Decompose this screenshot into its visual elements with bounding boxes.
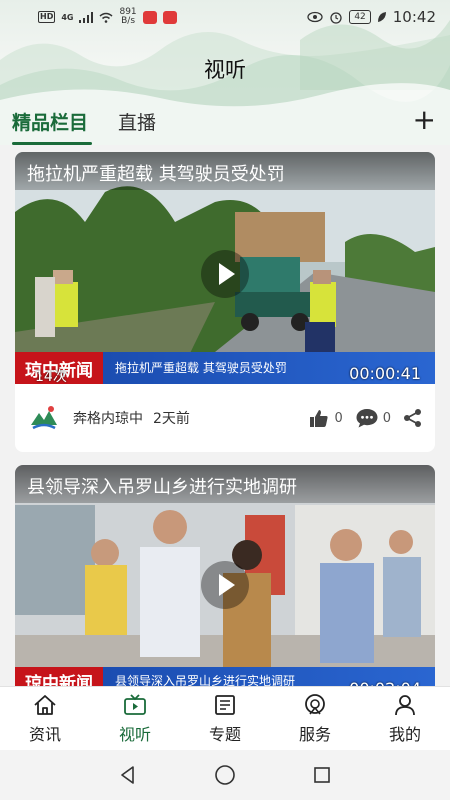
engagement-actions: 0 0 [308,407,423,429]
active-tab-indicator [12,142,92,145]
tab-featured-columns[interactable]: 精品栏目 [12,108,88,135]
video-card[interactable]: 县领导深入吊罗山乡进行实地调研 琼中新闻 县领导深入吊罗山乡进行实地调研 00:… [15,465,435,695]
alarm-icon [330,12,342,24]
plus-icon[interactable]: + [413,106,436,134]
source-name[interactable]: 奔格内琼中 [73,408,143,428]
page-title: 视听 [204,58,246,82]
user-icon [392,693,418,717]
status-right: 42 10:42 [307,8,436,26]
clock: 10:42 [392,8,436,26]
video-meta-row: 奔格内琼中 2天前 0 0 [15,384,435,452]
network-type: 4G [61,12,74,22]
newspaper-icon [212,693,238,717]
leaf-icon [377,12,386,22]
signal-icon [79,11,94,23]
video-thumbnail[interactable]: 县领导深入吊罗山乡进行实地调研 琼中新闻 县领导深入吊罗山乡进行实地调研 00:… [15,465,435,695]
like-count: 0 [334,410,343,426]
status-left: HD 4G 891 B/s [38,8,177,26]
service-icon [302,693,328,717]
thumbs-up-icon[interactable] [308,407,330,429]
nav-label: 视听 [118,724,151,744]
home-circle-icon[interactable] [214,764,236,786]
view-count: 14次 [35,369,67,384]
category-tabs: 精品栏目 直播 + [0,106,450,148]
bottom-navigation: 资讯 视听 专题 服务 我的 [0,686,450,750]
back-icon[interactable] [118,765,138,785]
app-notification-icon [162,10,177,24]
tab-live[interactable]: 直播 [118,108,156,135]
play-icon[interactable] [201,250,249,298]
home-icon [32,693,58,717]
video-thumbnail[interactable]: 拖拉机严重超载 其驾驶员受处罚 琼中新闻 拖拉机严重超载 其驾驶员受处罚 14次… [15,152,435,384]
play-icon[interactable] [201,561,249,609]
hd-icon: HD [38,11,56,23]
nav-label: 服务 [298,724,331,744]
comment-count: 0 [382,410,391,426]
post-time: 2天前 [153,411,190,427]
nav-label: 专题 [208,724,241,744]
network-speed: 891 B/s [119,8,136,26]
tv-icon [122,693,148,717]
nav-services[interactable]: 服务 [270,687,360,750]
strip-caption: 拖拉机严重超载 其驾驶员受处罚 [115,361,287,375]
nav-video[interactable]: 视听 [90,687,180,750]
video-title: 拖拉机严重超载 其驾驶员受处罚 [15,152,435,190]
video-duration: 00:00:41 [349,364,421,383]
nav-topics[interactable]: 专题 [180,687,270,750]
source-logo-icon [28,402,60,434]
wifi-icon [100,12,113,23]
speed-unit: B/s [121,16,136,26]
nav-label: 我的 [388,724,421,744]
video-title: 县领导深入吊罗山乡进行实地调研 [15,465,435,503]
app-notification-icon [142,10,157,24]
nav-label: 资讯 [28,724,61,744]
comment-icon[interactable] [355,407,379,429]
video-card[interactable]: 拖拉机严重超载 其驾驶员受处罚 琼中新闻 拖拉机严重超载 其驾驶员受处罚 14次… [15,152,435,452]
share-icon[interactable] [403,408,423,428]
nav-profile[interactable]: 我的 [360,687,450,750]
status-bar: HD 4G 891 B/s 42 10:42 [0,0,450,34]
nav-news[interactable]: 资讯 [0,687,90,750]
eye-icon [307,11,323,23]
system-navigation-bar [0,750,450,800]
battery-indicator: 42 [349,10,371,24]
recents-icon[interactable] [312,765,332,785]
